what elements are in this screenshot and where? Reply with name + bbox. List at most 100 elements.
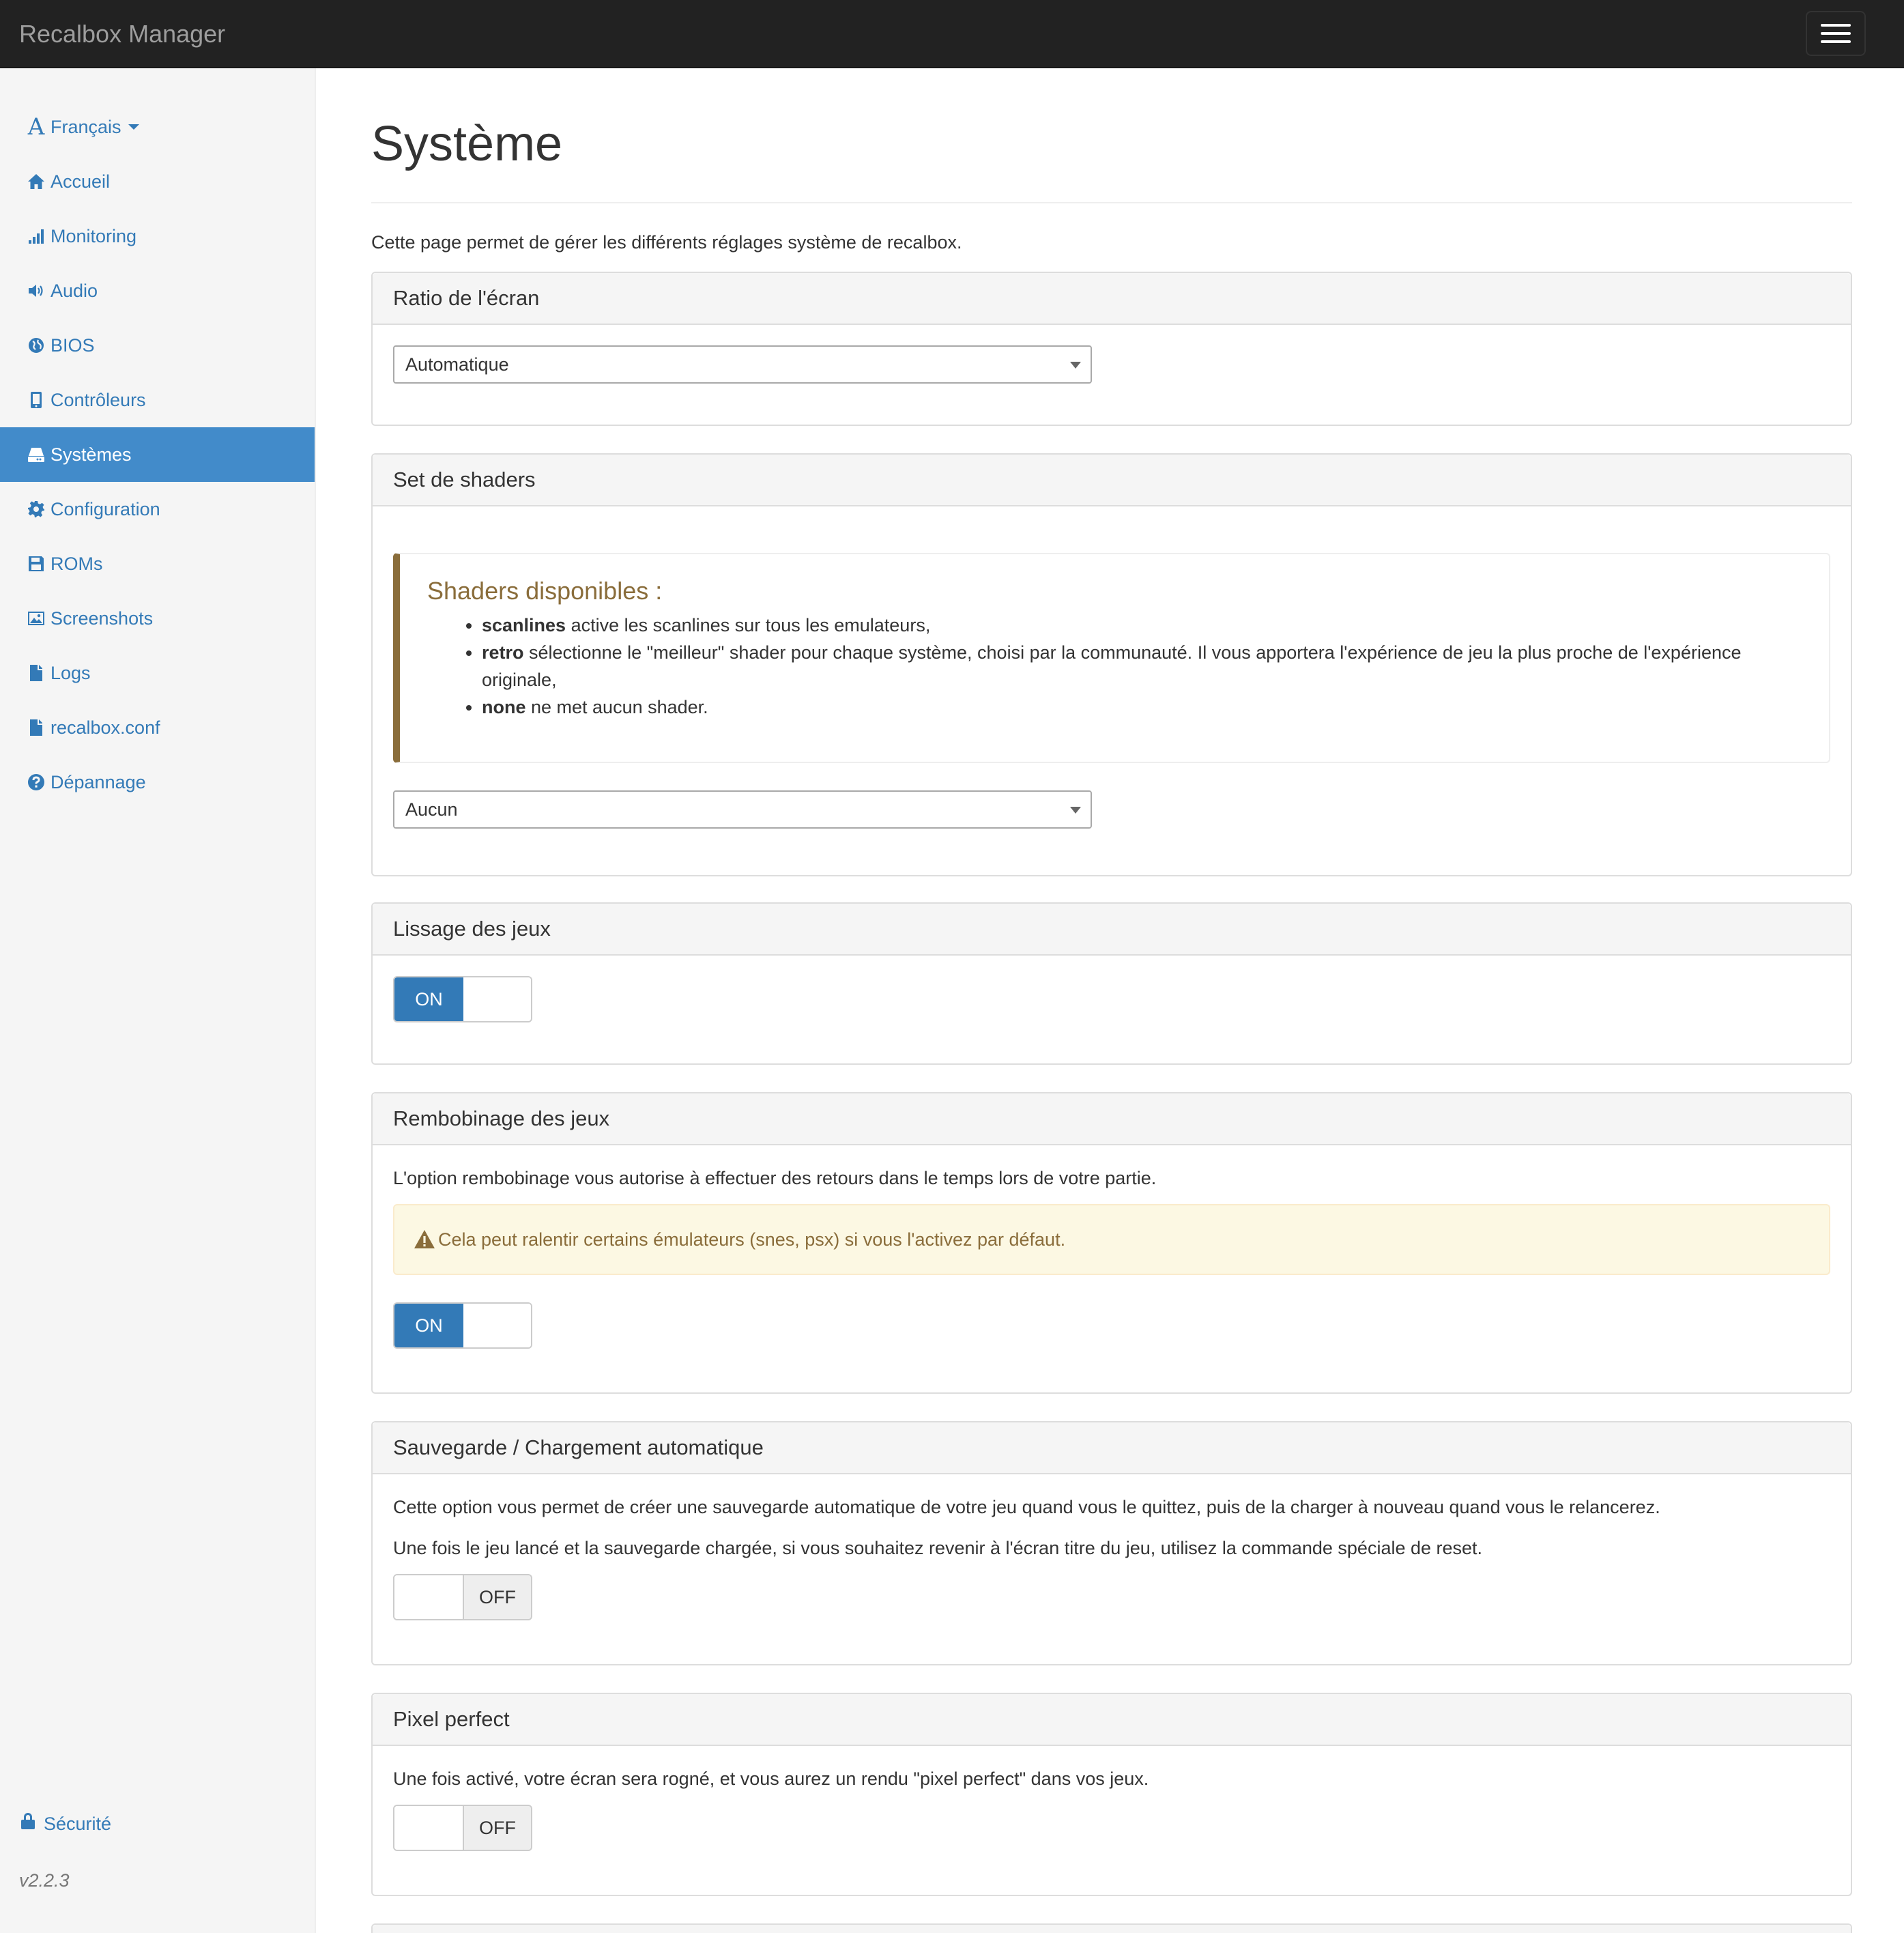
sidebar-item-label: Monitoring <box>51 225 137 246</box>
next-panel <box>371 1923 1852 1933</box>
panel-heading: Lissage des jeux <box>373 904 1851 956</box>
security-link[interactable]: Sécurité <box>19 1811 111 1837</box>
panel-body: Cette option vous permet de créer une sa… <box>373 1474 1851 1641</box>
sidebar-item-recalbox-conf[interactable]: recalbox.conf <box>0 700 315 755</box>
panel-heading: Sauvegarde / Chargement automatique <box>373 1422 1851 1474</box>
file-icon <box>26 717 46 738</box>
title-divider <box>371 202 1852 203</box>
shaders-list: scanlines active les scanlines sur tous … <box>427 612 1802 721</box>
sidebar-item-roms[interactable]: ROMs <box>0 536 315 591</box>
sidebar-item-depannage[interactable]: Dépannage <box>0 755 315 810</box>
autosave-description-2: Une fois le jeu lancé et la sauvegarde c… <box>393 1538 1483 1558</box>
shader-desc: ne met aucun shader. <box>525 696 708 717</box>
page-title: Système <box>371 117 563 171</box>
rewind-warning-alert: Cela peut ralentir certains émulateurs (… <box>393 1204 1830 1275</box>
shaders-select[interactable]: Aucun <box>393 790 1092 829</box>
sidebar-item-label: Logs <box>51 662 91 683</box>
rewind-toggle[interactable]: ON <box>393 1302 532 1349</box>
language-label: Français <box>51 116 121 137</box>
sidebar-item-accueil[interactable]: Accueil <box>0 154 315 209</box>
brand-link[interactable]: Recalbox Manager <box>19 18 225 51</box>
top-navbar: Recalbox Manager <box>0 0 1904 68</box>
hamburger-bar <box>1821 24 1851 27</box>
panel-heading: Rembobinage des jeux <box>373 1093 1851 1145</box>
language-icon: A <box>27 113 45 141</box>
lock-icon <box>19 1811 44 1837</box>
rewind-description: L'option rembobinage vous autorise à eff… <box>393 1168 1157 1188</box>
smoothing-toggle[interactable]: ON <box>393 976 532 1022</box>
shader-desc: active les scanlines sur tous les emulat… <box>566 614 931 635</box>
signal-bars-icon <box>26 226 46 246</box>
shader-term: scanlines <box>482 614 566 635</box>
toggle-on-label: ON <box>394 977 463 1021</box>
shader-term: retro <box>482 642 524 663</box>
ratio-select[interactable]: Automatique <box>393 345 1092 384</box>
sidebar-item-label: Dépannage <box>51 771 146 792</box>
rewind-panel: Rembobinage des jeux L'option rembobinag… <box>371 1092 1852 1394</box>
toggle-off-label: OFF <box>463 1575 531 1619</box>
toggle-handle <box>463 977 531 1021</box>
sidebar-item-label: ROMs <box>51 553 103 574</box>
picture-icon <box>26 608 46 629</box>
home-icon <box>26 171 46 192</box>
phone-icon <box>26 390 46 410</box>
caret-down-icon <box>128 124 139 130</box>
smoothing-panel: Lissage des jeux ON <box>371 902 1852 1065</box>
gear-icon <box>26 499 46 519</box>
list-item: scanlines active les scanlines sur tous … <box>482 612 1802 639</box>
panel-body: Shaders disponibles : scanlines active l… <box>373 506 1851 849</box>
sidebar-item-audio[interactable]: Audio <box>0 263 315 318</box>
shaders-panel: Set de shaders Shaders disponibles : sca… <box>371 453 1852 876</box>
panel-body: Une fois activé, votre écran sera rogné,… <box>373 1746 1851 1872</box>
toggle-handle <box>394 1575 463 1619</box>
language-dropdown[interactable]: A Français <box>0 100 315 154</box>
autosave-description-1: Cette option vous permet de créer une sa… <box>393 1497 1660 1517</box>
toggle-handle <box>463 1304 531 1347</box>
panel-heading: Ratio de l'écran <box>373 273 1851 325</box>
sidebar-item-configuration[interactable]: Configuration <box>0 482 315 536</box>
sidebar-item-label: Screenshots <box>51 607 154 629</box>
toggle-on-label: ON <box>394 1304 463 1347</box>
file-icon <box>26 663 46 683</box>
panel-heading: Pixel perfect <box>373 1694 1851 1746</box>
caret-down-icon <box>1070 362 1081 369</box>
select-value: Automatique <box>405 354 509 375</box>
panel-body: Automatique <box>373 325 1851 404</box>
version-label: v2.2.3 <box>19 1870 70 1891</box>
sidebar-item-label: Systèmes <box>51 444 132 465</box>
hamburger-bar <box>1821 32 1851 35</box>
warning-icon <box>414 1230 435 1248</box>
hamburger-bar <box>1821 40 1851 43</box>
pixel-perfect-toggle[interactable]: OFF <box>393 1805 532 1851</box>
menu-toggle-button[interactable] <box>1806 11 1866 56</box>
warning-text: Cela peut ralentir certains émulateurs (… <box>438 1229 1066 1250</box>
panel-heading <box>373 1925 1851 1933</box>
shader-desc: sélectionne le "meilleur" shader pour ch… <box>482 642 1742 690</box>
sidebar: A Français Accueil Monitoring Audio BIOS… <box>0 68 316 1933</box>
sidebar-item-bios[interactable]: BIOS <box>0 318 315 373</box>
sidebar-item-controleurs[interactable]: Contrôleurs <box>0 373 315 427</box>
list-item: retro sélectionne le "meilleur" shader p… <box>482 639 1802 693</box>
sidebar-item-label: Contrôleurs <box>51 389 146 410</box>
select-value: Aucun <box>405 799 458 820</box>
sidebar-item-monitoring[interactable]: Monitoring <box>0 209 315 263</box>
callout-title: Shaders disponibles : <box>427 577 663 605</box>
panel-body: ON <box>373 956 1851 1043</box>
question-circle-icon <box>26 772 46 792</box>
page-intro: Cette page permet de gérer les différent… <box>371 232 962 253</box>
autosave-toggle[interactable]: OFF <box>393 1574 532 1620</box>
pixel-perfect-description: Une fois activé, votre écran sera rogné,… <box>393 1769 1149 1789</box>
pixel-perfect-panel: Pixel perfect Une fois activé, votre écr… <box>371 1693 1852 1896</box>
sidebar-item-systemes[interactable]: Systèmes <box>0 427 315 482</box>
floppy-disk-icon <box>26 554 46 574</box>
shader-term: none <box>482 696 526 717</box>
autosave-panel: Sauvegarde / Chargement automatique Cett… <box>371 1421 1852 1665</box>
sidebar-item-label: BIOS <box>51 334 95 356</box>
sidebar-item-label: recalbox.conf <box>51 717 160 738</box>
sidebar-item-logs[interactable]: Logs <box>0 646 315 700</box>
sidebar-item-label: Accueil <box>51 171 111 192</box>
sidebar-item-screenshots[interactable]: Screenshots <box>0 591 315 646</box>
toggle-off-label: OFF <box>463 1806 531 1850</box>
sidebar-nav: A Français Accueil Monitoring Audio BIOS… <box>0 100 315 810</box>
panel-heading: Set de shaders <box>373 455 1851 506</box>
